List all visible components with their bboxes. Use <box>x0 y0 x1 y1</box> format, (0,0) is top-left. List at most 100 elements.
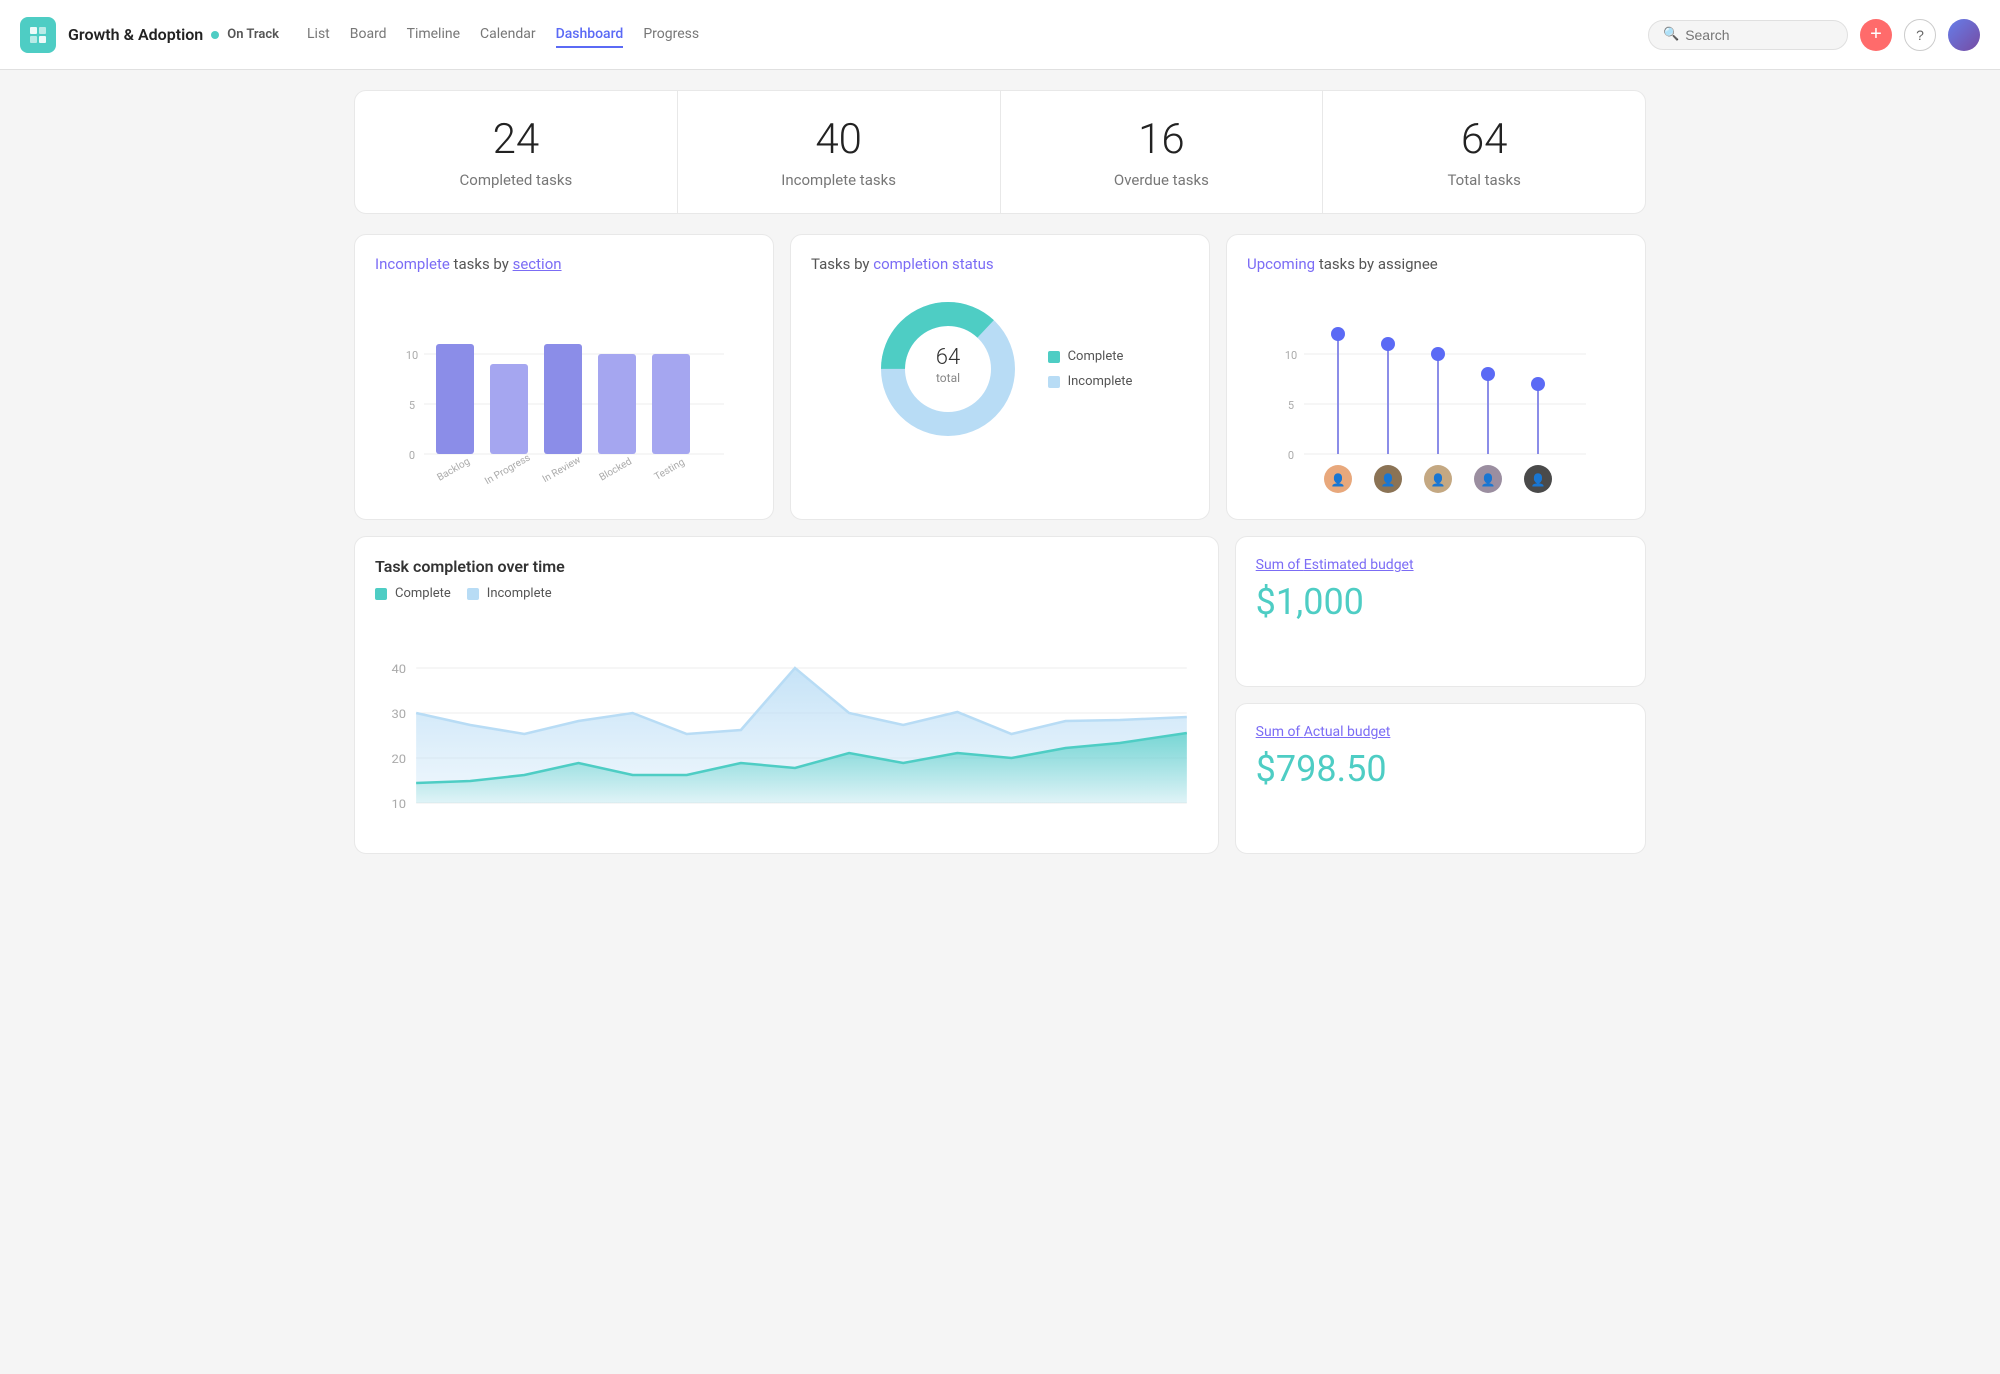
svg-text:10: 10 <box>406 349 418 362</box>
stat-total-label: Total tasks <box>1343 171 1625 189</box>
svg-text:64: 64 <box>935 345 959 370</box>
svg-text:total: total <box>936 371 960 385</box>
line-legend-complete-label: Complete <box>395 586 451 601</box>
header-right: 🔍 + ? <box>1648 19 1980 51</box>
add-button[interactable]: + <box>1860 19 1892 51</box>
svg-text:👤: 👤 <box>1331 473 1346 487</box>
svg-text:In Review: In Review <box>541 455 583 486</box>
svg-text:In Progress: In Progress <box>483 453 532 488</box>
status-text: On Track <box>227 27 279 42</box>
stat-incomplete-number: 40 <box>698 115 980 165</box>
lollipop-title-suffix: tasks by assignee <box>1319 255 1438 273</box>
stat-completed-label: Completed tasks <box>375 171 657 189</box>
main-content: 24 Completed tasks 40 Incomplete tasks 1… <box>330 70 1670 874</box>
stat-overdue-label: Overdue tasks <box>1021 171 1303 189</box>
project-title: Growth & Adoption On Track <box>68 25 279 44</box>
search-box[interactable]: 🔍 <box>1648 20 1848 50</box>
svg-text:0: 0 <box>1288 449 1294 462</box>
donut-svg: 64 total <box>868 289 1028 449</box>
bar-chart-title-incomplete: Incomplete <box>375 255 450 273</box>
line-legend-incomplete-label: Incomplete <box>487 586 552 601</box>
line-chart-svg: 10 20 30 40 <box>375 613 1198 833</box>
bar-chart-title-section: section <box>513 255 562 273</box>
actual-budget-prefix: Sum of <box>1256 724 1304 740</box>
svg-text:Blocked: Blocked <box>598 457 634 484</box>
stat-overdue-number: 16 <box>1021 115 1303 165</box>
help-button[interactable]: ? <box>1904 19 1936 51</box>
header: Growth & Adoption On Track List Board Ti… <box>0 0 2000 70</box>
donut-title-suffix: completion status <box>873 255 993 273</box>
donut-title-prefix: Tasks by <box>811 255 873 273</box>
line-legend-incomplete: Incomplete <box>467 586 552 601</box>
search-icon: 🔍 <box>1663 27 1679 42</box>
bar-chart-title-middle: tasks by <box>454 255 513 273</box>
bar-chart-card: Incomplete tasks by section 0 5 10 <box>354 234 774 520</box>
line-legend-complete-dot <box>375 588 387 600</box>
line-chart-legend: Complete Incomplete <box>375 586 1198 601</box>
tab-dashboard[interactable]: Dashboard <box>556 22 624 48</box>
stat-overdue: 16 Overdue tasks <box>1001 91 1324 213</box>
lollipop-chart-card: Upcoming tasks by assignee 0 5 10 <box>1226 234 1646 520</box>
project-name-text: Growth & Adoption <box>68 25 203 44</box>
bottom-row: Task completion over time Complete Incom… <box>354 536 1646 854</box>
search-input[interactable] <box>1685 27 1833 43</box>
svg-text:👤: 👤 <box>1531 473 1546 487</box>
svg-text:5: 5 <box>409 399 415 412</box>
line-legend-incomplete-dot <box>467 588 479 600</box>
donut-chart-title: Tasks by completion status <box>811 255 1189 273</box>
stat-incomplete-label: Incomplete tasks <box>698 171 980 189</box>
avatar[interactable] <box>1948 19 1980 51</box>
actual-budget-label: Actual budget <box>1304 724 1391 740</box>
project-info: Growth & Adoption On Track <box>68 25 279 44</box>
actual-budget-card: Sum of Actual budget $798.50 <box>1235 703 1646 854</box>
tab-timeline[interactable]: Timeline <box>407 22 460 48</box>
svg-text:5: 5 <box>1288 399 1294 412</box>
estimated-budget-value: $1,000 <box>1256 581 1625 623</box>
svg-text:10: 10 <box>392 798 407 812</box>
svg-text:Backlog: Backlog <box>436 457 472 484</box>
svg-text:10: 10 <box>1285 349 1297 362</box>
lollipop-chart-title: Upcoming tasks by assignee <box>1247 255 1625 273</box>
estimated-budget-subtitle: Sum of Estimated budget <box>1256 557 1625 573</box>
estimated-budget-label: Estimated budget <box>1304 557 1414 573</box>
donut-legend: Complete Incomplete <box>1048 349 1133 389</box>
budget-column: Sum of Estimated budget $1,000 Sum of Ac… <box>1235 536 1646 854</box>
svg-text:👤: 👤 <box>1381 473 1396 487</box>
legend-complete-dot <box>1048 351 1060 363</box>
line-legend-complete: Complete <box>375 586 451 601</box>
status-dot <box>211 31 219 39</box>
line-chart-card: Task completion over time Complete Incom… <box>354 536 1219 854</box>
tab-calendar[interactable]: Calendar <box>480 22 536 48</box>
tab-board[interactable]: Board <box>350 22 387 48</box>
donut-chart-card: Tasks by completion status 64 total <box>790 234 1210 520</box>
legend-complete-label: Complete <box>1068 349 1124 364</box>
bar-chart-svg: 0 5 10 <box>375 289 753 499</box>
svg-text:👤: 👤 <box>1481 473 1496 487</box>
tab-list[interactable]: List <box>307 22 330 48</box>
logo <box>20 17 56 53</box>
bar-chart-area: 0 5 10 <box>375 289 753 499</box>
actual-budget-subtitle: Sum of Actual budget <box>1256 724 1625 740</box>
stat-incomplete: 40 Incomplete tasks <box>678 91 1001 213</box>
lollipop-title-upcoming: Upcoming <box>1247 255 1315 273</box>
svg-text:30: 30 <box>392 708 407 722</box>
legend-complete: Complete <box>1048 349 1133 364</box>
legend-incomplete-dot <box>1048 376 1060 388</box>
stats-row: 24 Completed tasks 40 Incomplete tasks 1… <box>354 90 1646 214</box>
stat-total-number: 64 <box>1343 115 1625 165</box>
svg-text:20: 20 <box>392 753 407 767</box>
svg-text:👤: 👤 <box>1431 473 1446 487</box>
legend-incomplete: Incomplete <box>1048 374 1133 389</box>
estimated-budget-prefix: Sum of <box>1256 557 1304 573</box>
tab-progress[interactable]: Progress <box>643 22 699 48</box>
line-chart-title: Task completion over time <box>375 557 1198 576</box>
donut-container: 64 total Complete Incomplete <box>811 289 1189 449</box>
actual-budget-value: $798.50 <box>1256 748 1625 790</box>
stat-completed: 24 Completed tasks <box>355 91 678 213</box>
stat-total: 64 Total tasks <box>1323 91 1645 213</box>
legend-incomplete-label: Incomplete <box>1068 374 1133 389</box>
donut-chart: 64 total <box>868 289 1028 449</box>
svg-text:Testing: Testing <box>653 457 687 483</box>
lollipop-area: 0 5 10 👤 👤 <box>1247 289 1625 499</box>
svg-text:0: 0 <box>409 449 415 462</box>
